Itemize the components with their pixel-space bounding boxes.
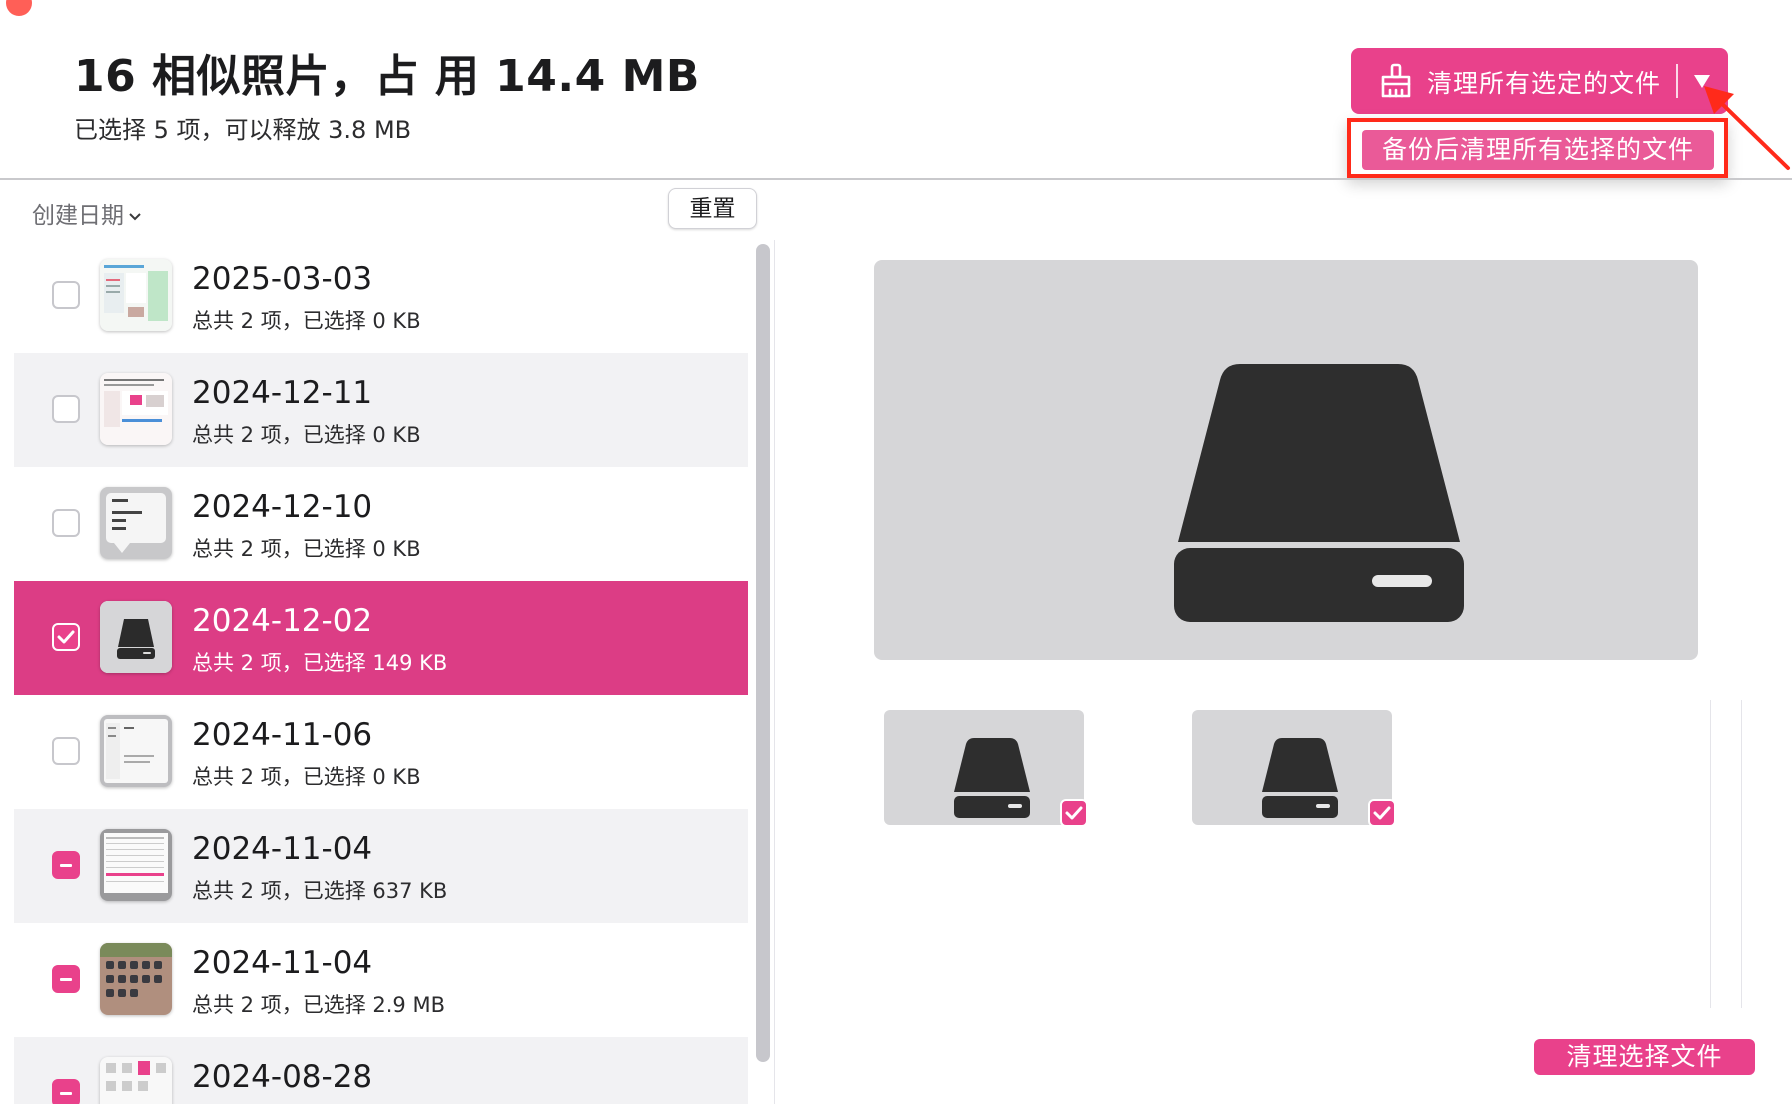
list-item[interactable]: 2024-12-02 总共 2 项，已选择 149 KB [14,581,748,695]
duplicate-photo-thumb[interactable] [884,710,1088,827]
group-list: 2025-03-03 总共 2 项，已选择 0 KB 2024-12-11 总共… [14,239,748,1104]
hard-drive-icon [1262,738,1338,818]
photo-checkbox[interactable] [1368,799,1396,827]
group-checkbox[interactable] [52,851,80,879]
broom-icon [1381,63,1411,98]
check-icon [1065,806,1083,820]
group-checkbox[interactable] [52,395,80,423]
chevron-down-icon [129,212,141,220]
list-item[interactable]: 2024-11-06 总共 2 项，已选择 0 KB [14,695,748,809]
group-info: 总共 2 项，已选择 0 KB [192,537,421,561]
group-info: 总共 2 项，已选择 0 KB [192,765,421,789]
sort-label: 创建日期 [32,203,124,229]
group-info: 总共 2 项，已选择 0 KB [192,309,421,333]
group-date: 2024-12-02 [192,603,373,639]
dropdown-menu: 备份后清理所有选择的文件 [1347,118,1728,178]
header: 16 相似照片，占 用 14.4 MB 已选择 5 项，可以释放 3.8 MB … [0,0,1792,178]
group-date: 2024-12-11 [192,375,373,411]
check-icon [57,630,75,644]
photo-thumbnail [100,373,172,445]
group-checkbox[interactable] [52,509,80,537]
group-date: 2024-11-04 [192,831,373,867]
group-date: 2024-08-28 [192,1059,373,1095]
group-info: 总共 2 项，已选择 149 KB [192,651,448,675]
check-icon [1373,806,1391,820]
list-item[interactable]: 2024-12-10 总共 2 项，已选择 0 KB [14,467,748,581]
photo-thumbnail [100,259,172,331]
group-checkbox[interactable] [52,965,80,993]
photo-thumbnail [100,715,172,787]
hard-drive-icon [954,738,1030,818]
header-divider [0,178,1792,180]
group-checkbox[interactable] [52,623,80,651]
list-item[interactable]: 2024-08-28 [14,1037,748,1104]
sort-by-date-dropdown[interactable]: 创建日期 [32,196,142,230]
clean-selected-button[interactable]: 清理选择文件 [1534,1039,1755,1075]
annotation-arrow-icon [1704,86,1790,170]
list-item[interactable]: 2024-12-11 总共 2 项，已选择 0 KB [14,353,748,467]
thumbs-scrollbar-track[interactable] [1710,700,1742,1008]
list-scrollbar-thumb[interactable] [756,244,770,1062]
list-item[interactable]: 2024-11-04 总共 2 项，已选择 637 KB [14,809,748,923]
group-date: 2024-12-10 [192,489,373,525]
photo-thumbnail [100,943,172,1015]
page-title: 16 相似照片，占 用 14.4 MB [74,51,700,102]
backup-then-clean-menu-item[interactable]: 备份后清理所有选择的文件 [1362,130,1714,170]
group-checkbox[interactable] [52,281,80,309]
page-subtitle: 已选择 5 项，可以释放 3.8 MB [74,116,412,144]
large-preview [874,260,1698,660]
group-info: 总共 2 项，已选择 637 KB [192,879,448,903]
group-info: 总共 2 项，已选择 0 KB [192,423,421,447]
reset-button[interactable]: 重置 [668,188,757,229]
clean-all-label: 清理所有选定的文件 [1427,69,1662,98]
duplicate-photo-thumb[interactable] [1192,710,1396,827]
group-date: 2025-03-03 [192,261,373,297]
group-info: 总共 2 项，已选择 2.9 MB [192,993,445,1017]
photo-thumbnail [100,1057,172,1104]
group-date: 2024-11-06 [192,717,373,753]
group-checkbox[interactable] [52,737,80,765]
photo-thumbnail [100,601,172,673]
hard-drive-icon [1174,364,1464,622]
photo-checkbox[interactable] [1060,799,1088,827]
list-item[interactable]: 2025-03-03 总共 2 项，已选择 0 KB [14,239,748,353]
list-item[interactable]: 2024-11-04 总共 2 项，已选择 2.9 MB [14,923,748,1037]
button-separator [1676,64,1678,98]
group-date: 2024-11-04 [192,945,373,981]
clean-all-selected-button[interactable]: 清理所有选定的文件 [1351,48,1728,114]
photo-thumbnail [100,829,172,901]
group-checkbox[interactable] [52,1079,80,1104]
photo-thumbnail [100,487,172,559]
